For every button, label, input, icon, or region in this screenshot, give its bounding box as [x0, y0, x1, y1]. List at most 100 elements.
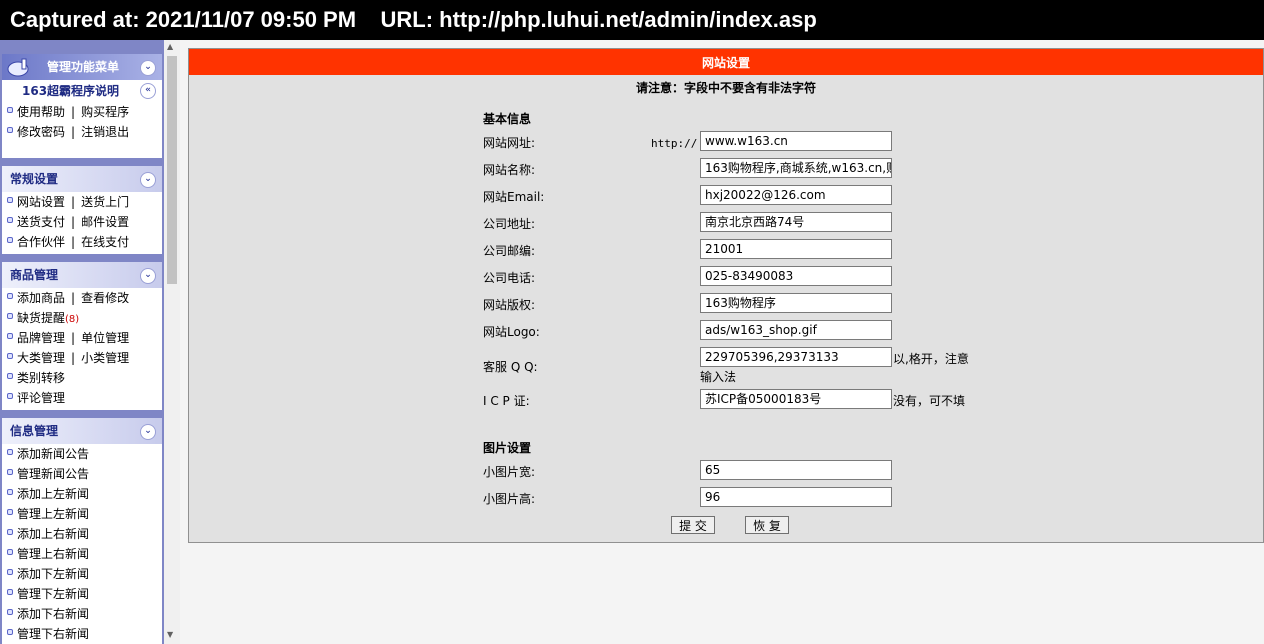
- bullet-icon: [7, 469, 13, 475]
- http-prefix: http://: [651, 137, 698, 150]
- stock-alert-link[interactable]: 缺货提醒: [17, 311, 65, 325]
- news-link[interactable]: 管理上右新闻: [17, 547, 89, 561]
- sidebar: 管理功能菜单 ⌄ 163超霸程序说明 « 使用帮助 | 购买程序 修改密码 | 注销退出…: [0, 40, 164, 644]
- bullet-icon: [7, 589, 13, 595]
- news-link[interactable]: 管理上左新闻: [17, 507, 89, 521]
- chevron-down-icon[interactable]: ⌄: [140, 60, 156, 76]
- reset-button[interactable]: 恢 复: [745, 516, 789, 534]
- icp-label: I C P 证:: [483, 394, 530, 408]
- scroll-up-icon[interactable]: ▲: [167, 42, 173, 51]
- news-link[interactable]: 添加下右新闻: [17, 607, 89, 621]
- scroll-down-icon[interactable]: ▼: [167, 630, 173, 639]
- bullet-icon: [7, 629, 13, 635]
- bullet-icon: [7, 313, 13, 319]
- sidebar-panel-main-menu: 管理功能菜单 ⌄ 163超霸程序说明 « 使用帮助 | 购买程序 修改密码 | 注销退出: [2, 54, 162, 158]
- company-address-label: 公司地址:: [483, 217, 536, 231]
- list-item[interactable]: 添加下右新闻: [2, 604, 162, 624]
- delivery-link[interactable]: 送货上门: [81, 195, 129, 209]
- news-link[interactable]: 添加新闻公告: [17, 447, 89, 461]
- list-item[interactable]: 管理上右新闻: [2, 544, 162, 564]
- site-email-input[interactable]: hxj20022@126.com: [700, 185, 892, 205]
- qq-input[interactable]: 229705396,29373133: [700, 347, 892, 367]
- main-menu-header[interactable]: 管理功能菜单 ⌄: [2, 54, 162, 80]
- bullet-icon: [7, 549, 13, 555]
- news-link[interactable]: 管理下右新闻: [17, 627, 89, 641]
- bullet-icon: [7, 293, 13, 299]
- news-link[interactable]: 管理新闻公告: [17, 467, 89, 481]
- category-transfer-link[interactable]: 类别转移: [17, 371, 65, 385]
- sidebar-panel-products: 商品管理 ⌄ 添加商品 | 查看修改 缺货提醒(8) 品牌管理 | 单位管理 大类管理 | 小…: [2, 262, 162, 410]
- copyright-label: 网站版权:: [483, 298, 536, 312]
- list-item: 评论管理: [2, 388, 162, 408]
- unit-link[interactable]: 单位管理: [81, 331, 129, 345]
- brand-link[interactable]: 品牌管理: [17, 331, 65, 345]
- list-item: 合作伙伴 | 在线支付: [2, 232, 162, 252]
- bullet-icon: [7, 609, 13, 615]
- list-item[interactable]: 管理新闻公告: [2, 464, 162, 484]
- chevron-down-icon[interactable]: ⌄: [140, 172, 156, 188]
- change-password-link[interactable]: 修改密码: [17, 125, 65, 139]
- site-settings-link[interactable]: 网站设置: [17, 195, 65, 209]
- minor-category-link[interactable]: 小类管理: [81, 351, 129, 365]
- postcode-input[interactable]: 21001: [700, 239, 892, 259]
- logo-input[interactable]: ads/w163_shop.gif: [700, 320, 892, 340]
- partners-link[interactable]: 合作伙伴: [17, 235, 65, 249]
- help-link[interactable]: 使用帮助: [17, 105, 65, 119]
- bullet-icon: [7, 393, 13, 399]
- basic-info-heading: 基本信息: [483, 112, 532, 126]
- chevron-collapse-icon[interactable]: «: [140, 83, 156, 99]
- list-item: 缺货提醒(8): [2, 308, 162, 328]
- qq-hint-continued: 输入法: [700, 370, 737, 384]
- bullet-icon: [7, 509, 13, 515]
- company-address-input[interactable]: 南京北京西路74号: [700, 212, 892, 232]
- site-name-input[interactable]: 163购物程序,商城系统,w163.cn,购物: [700, 158, 892, 178]
- mail-settings-link[interactable]: 邮件设置: [81, 215, 129, 229]
- news-link[interactable]: 添加上右新闻: [17, 527, 89, 541]
- review-manage-link[interactable]: 评论管理: [17, 391, 65, 405]
- list-item[interactable]: 管理下左新闻: [2, 584, 162, 604]
- submit-button[interactable]: 提 交: [671, 516, 715, 534]
- general-title: 常规设置: [10, 172, 59, 186]
- list-item[interactable]: 添加新闻公告: [2, 444, 162, 464]
- news-link[interactable]: 添加下左新闻: [17, 567, 89, 581]
- list-item: 修改密码 | 注销退出: [2, 122, 162, 142]
- sidebar-scrollbar[interactable]: ▲ ▼: [164, 40, 180, 644]
- news-link[interactable]: 管理下左新闻: [17, 587, 89, 601]
- view-edit-link[interactable]: 查看修改: [81, 291, 129, 305]
- list-item[interactable]: 管理下右新闻: [2, 624, 162, 644]
- thumb-height-input[interactable]: 96: [700, 487, 892, 507]
- add-product-link[interactable]: 添加商品: [17, 291, 65, 305]
- products-header[interactable]: 商品管理 ⌄: [2, 262, 162, 288]
- delivery-payment-link[interactable]: 送货支付: [17, 215, 65, 229]
- list-item[interactable]: 添加上左新闻: [2, 484, 162, 504]
- list-item[interactable]: 添加下左新闻: [2, 564, 162, 584]
- site-url-input[interactable]: www.w163.cn: [700, 131, 892, 151]
- news-link[interactable]: 添加上左新闻: [17, 487, 89, 501]
- copyright-input[interactable]: 163购物程序: [700, 293, 892, 313]
- buy-link[interactable]: 购买程序: [81, 105, 129, 119]
- bullet-icon: [7, 237, 13, 243]
- chevron-down-icon[interactable]: ⌄: [140, 268, 156, 284]
- phone-input[interactable]: 025-83490083: [700, 266, 892, 286]
- bullet-icon: [7, 127, 13, 133]
- online-payment-link[interactable]: 在线支付: [81, 235, 129, 249]
- postcode-label: 公司邮编:: [483, 244, 536, 258]
- general-header[interactable]: 常规设置 ⌄: [2, 166, 162, 192]
- qq-hint: 以,格开，注意: [893, 352, 969, 366]
- icp-input[interactable]: 苏ICP备05000183号: [700, 389, 892, 409]
- scrollbar-thumb[interactable]: [167, 56, 177, 284]
- chevron-down-icon[interactable]: ⌄: [140, 424, 156, 440]
- bullet-icon: [7, 353, 13, 359]
- program-notes-row[interactable]: 163超霸程序说明 «: [2, 80, 162, 102]
- thumb-width-input[interactable]: 65: [700, 460, 892, 480]
- news-header[interactable]: 信息管理 ⌄: [2, 418, 162, 444]
- list-item[interactable]: 添加上右新闻: [2, 524, 162, 544]
- list-item: 网站设置 | 送货上门: [2, 192, 162, 212]
- image-settings-heading: 图片设置: [483, 441, 532, 455]
- icp-hint: 没有，可不填: [893, 394, 966, 408]
- major-category-link[interactable]: 大类管理: [17, 351, 65, 365]
- list-item: 大类管理 | 小类管理: [2, 348, 162, 368]
- logout-link[interactable]: 注销退出: [81, 125, 129, 139]
- list-item[interactable]: 管理上左新闻: [2, 504, 162, 524]
- bullet-icon: [7, 529, 13, 535]
